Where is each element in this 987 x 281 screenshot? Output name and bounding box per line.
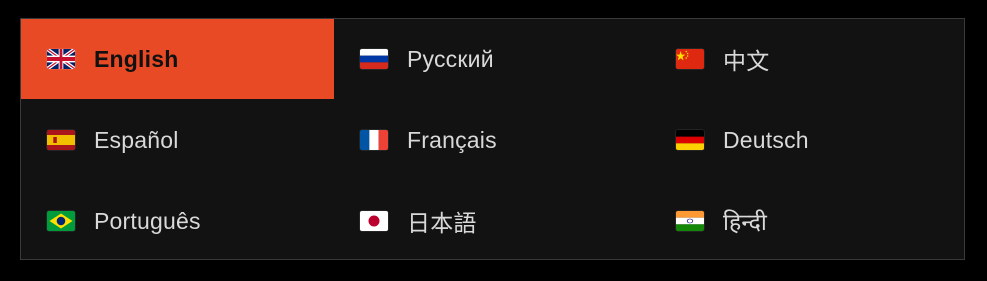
india-flag-icon: [676, 211, 704, 231]
language-label: Français: [407, 126, 497, 153]
france-flag-icon: [360, 130, 388, 150]
language-label: 日本語: [407, 211, 477, 237]
language-option-english[interactable]: English: [21, 19, 334, 99]
language-option-spanish[interactable]: Español: [21, 99, 334, 181]
language-option-chinese[interactable]: 中文: [650, 19, 964, 99]
language-option-hindi[interactable]: हिन्दी: [650, 181, 964, 261]
language-label: Español: [94, 126, 179, 153]
germany-flag-icon: [676, 130, 704, 150]
language-label: Deutsch: [723, 126, 809, 153]
language-label: Português: [94, 207, 201, 234]
language-option-russian[interactable]: Русский: [334, 19, 650, 99]
language-selector: English Русский 中文 Español Français Deut…: [20, 18, 965, 260]
russia-flag-icon: [360, 49, 388, 69]
language-option-german[interactable]: Deutsch: [650, 99, 964, 181]
japan-flag-icon: [360, 211, 388, 231]
brazil-flag-icon: [47, 211, 75, 231]
uk-flag-icon: [47, 49, 75, 69]
language-option-french[interactable]: Français: [334, 99, 650, 181]
language-grid: English Русский 中文 Español Français Deut…: [21, 19, 964, 261]
language-option-portuguese[interactable]: Português: [21, 181, 334, 261]
language-label: Русский: [407, 45, 494, 72]
china-flag-icon: [676, 49, 704, 69]
language-label: English: [94, 45, 179, 72]
spain-flag-icon: [47, 130, 75, 150]
language-option-japanese[interactable]: 日本語: [334, 181, 650, 261]
language-label: हिन्दी: [723, 209, 768, 235]
language-label: 中文: [723, 49, 770, 75]
